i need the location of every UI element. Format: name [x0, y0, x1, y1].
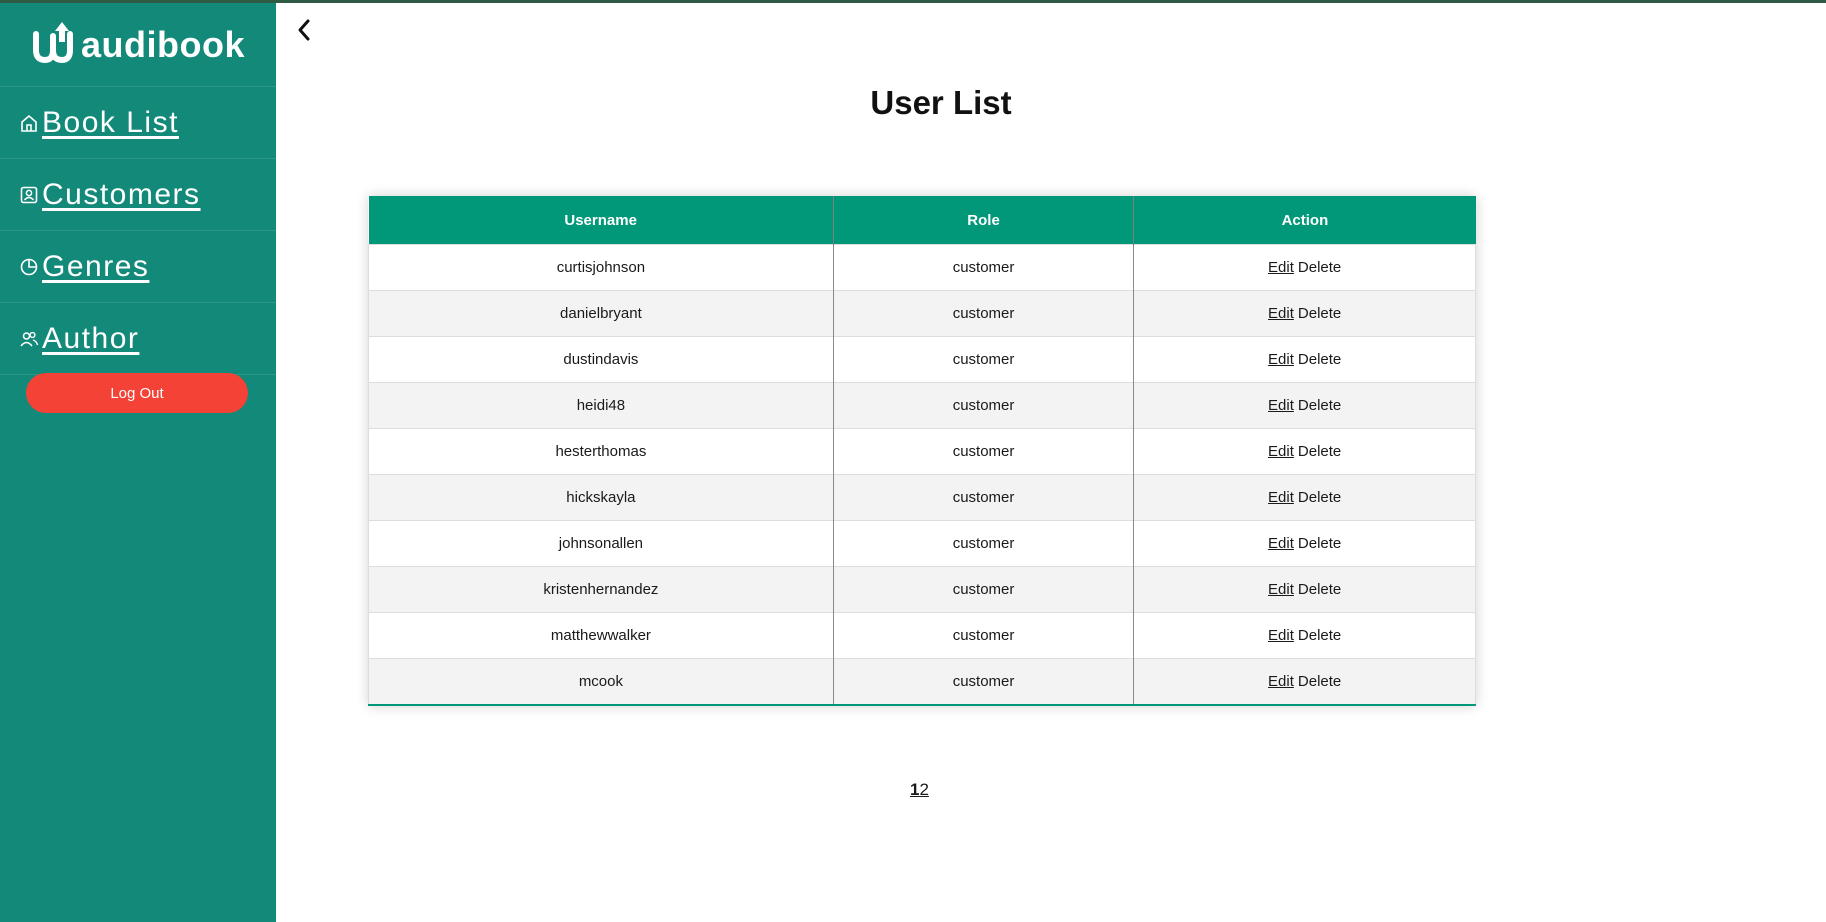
username-cell: johnsonallen — [368, 520, 834, 567]
column-header-role: Role — [832, 196, 1134, 245]
pie-chart-icon — [18, 256, 40, 278]
edit-link[interactable]: Edit — [1268, 673, 1294, 690]
logout-button[interactable]: Log Out — [26, 373, 248, 413]
user-card-icon — [18, 184, 40, 206]
action-cell: Edit Delete — [1133, 382, 1476, 429]
edit-link[interactable]: Edit — [1268, 489, 1294, 506]
table-row: hickskayla customer Edit Delete — [368, 474, 1476, 521]
table-row: dustindavis customer Edit Delete — [368, 336, 1476, 383]
role-cell: customer — [832, 566, 1134, 613]
sidebar-item-customers[interactable]: Customers — [0, 159, 276, 231]
sidebar-item-label[interactable]: Author — [42, 322, 139, 356]
delete-link[interactable]: Delete — [1298, 581, 1341, 598]
audibook-logo-icon — [31, 20, 77, 69]
action-cell: Edit Delete — [1133, 520, 1476, 567]
edit-link[interactable]: Edit — [1268, 397, 1294, 414]
role-cell: customer — [832, 612, 1134, 659]
logo-text: audibook — [81, 23, 245, 65]
delete-link[interactable]: Delete — [1298, 397, 1341, 414]
back-button[interactable] — [292, 18, 316, 46]
edit-link[interactable]: Edit — [1268, 535, 1294, 552]
action-cell: Edit Delete — [1133, 658, 1476, 705]
role-cell: customer — [832, 428, 1134, 475]
logo[interactable]: audibook — [0, 3, 276, 87]
username-cell: heidi48 — [368, 382, 834, 429]
edit-link[interactable]: Edit — [1268, 259, 1294, 276]
table-row: hesterthomas customer Edit Delete — [368, 428, 1476, 475]
role-cell: customer — [832, 474, 1134, 521]
table-row: matthewwalker customer Edit Delete — [368, 612, 1476, 659]
users-icon — [18, 328, 40, 350]
username-cell: matthewwalker — [368, 612, 834, 659]
sidebar-item-genres[interactable]: Genres — [0, 231, 276, 303]
sidebar-item-label[interactable]: Customers — [42, 178, 201, 212]
role-cell: customer — [832, 658, 1134, 705]
action-cell: Edit Delete — [1133, 290, 1476, 337]
chevron-left-icon — [295, 17, 313, 48]
table-row: mcook customer Edit Delete — [368, 658, 1476, 705]
sidebar: audibook Book List Customers Genres Auth… — [0, 3, 276, 922]
role-cell: customer — [832, 520, 1134, 567]
table-row: kristenhernandez customer Edit Delete — [368, 566, 1476, 613]
delete-link[interactable]: Delete — [1298, 443, 1341, 460]
delete-link[interactable]: Delete — [1298, 673, 1341, 690]
home-icon — [18, 112, 40, 134]
delete-link[interactable]: Delete — [1298, 627, 1341, 644]
role-cell: customer — [832, 336, 1134, 383]
user-table: Username Role Action curtisjohnson custom… — [368, 196, 1476, 706]
table-row: johnsonallen customer Edit Delete — [368, 520, 1476, 567]
role-cell: customer — [832, 290, 1134, 337]
edit-link[interactable]: Edit — [1268, 443, 1294, 460]
column-header-username: Username — [368, 196, 834, 245]
delete-link[interactable]: Delete — [1298, 259, 1341, 276]
delete-link[interactable]: Delete — [1298, 489, 1341, 506]
pagination: 12 — [910, 780, 929, 800]
username-cell: hickskayla — [368, 474, 834, 521]
username-cell: kristenhernandez — [368, 566, 834, 613]
sidebar-item-book-list[interactable]: Book List — [0, 87, 276, 159]
action-cell: Edit Delete — [1133, 566, 1476, 613]
username-cell: danielbryant — [368, 290, 834, 337]
role-cell: customer — [832, 382, 1134, 429]
sidebar-item-author[interactable]: Author — [0, 303, 276, 375]
username-cell: hesterthomas — [368, 428, 834, 475]
delete-link[interactable]: Delete — [1298, 351, 1341, 368]
table-row: curtisjohnson customer Edit Delete — [368, 244, 1476, 291]
action-cell: Edit Delete — [1133, 244, 1476, 291]
table-row: heidi48 customer Edit Delete — [368, 382, 1476, 429]
table-row: danielbryant customer Edit Delete — [368, 290, 1476, 337]
action-cell: Edit Delete — [1133, 612, 1476, 659]
page-link-2[interactable]: 2 — [919, 780, 928, 799]
role-cell: customer — [832, 244, 1134, 291]
edit-link[interactable]: Edit — [1268, 581, 1294, 598]
delete-link[interactable]: Delete — [1298, 535, 1341, 552]
edit-link[interactable]: Edit — [1268, 351, 1294, 368]
delete-link[interactable]: Delete — [1298, 305, 1341, 322]
edit-link[interactable]: Edit — [1268, 627, 1294, 644]
sidebar-item-label[interactable]: Genres — [42, 250, 149, 284]
sidebar-item-label[interactable]: Book List — [42, 106, 179, 140]
action-cell: Edit Delete — [1133, 474, 1476, 521]
table-header-row: Username Role Action — [368, 196, 1476, 245]
action-cell: Edit Delete — [1133, 428, 1476, 475]
username-cell: mcook — [368, 658, 834, 705]
action-cell: Edit Delete — [1133, 336, 1476, 383]
column-header-action: Action — [1133, 196, 1476, 245]
username-cell: curtisjohnson — [368, 244, 834, 291]
edit-link[interactable]: Edit — [1268, 305, 1294, 322]
page-title: User List — [870, 84, 1012, 121]
username-cell: dustindavis — [368, 336, 834, 383]
